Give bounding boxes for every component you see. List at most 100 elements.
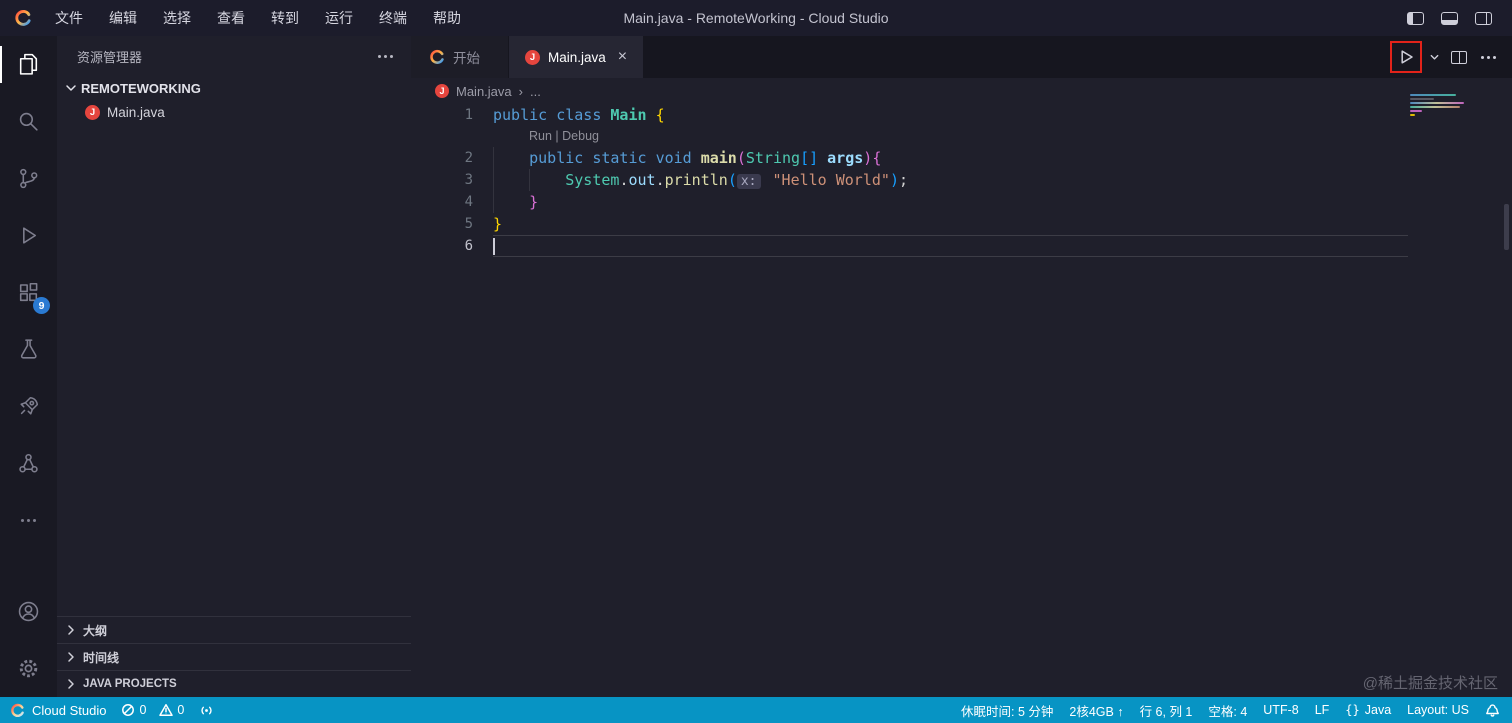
editor-scrollbar[interactable]: [1504, 204, 1509, 250]
braces-icon: {}: [1345, 703, 1360, 717]
status-layout[interactable]: Layout: US: [1407, 703, 1469, 717]
code-line[interactable]: 2 public static void main(String[] args)…: [411, 147, 1512, 169]
play-icon: [1396, 47, 1416, 67]
sidebar-item-testing[interactable]: [0, 321, 57, 378]
more-icon: [19, 511, 39, 531]
tab-bar: 开始 J Main.java ×: [411, 36, 1512, 78]
menu-bar: 文件 编辑 选择 查看 转到 运行 终端 帮助: [42, 0, 474, 36]
menu-go[interactable]: 转到: [258, 0, 312, 36]
explorer-more-icon[interactable]: [375, 46, 395, 66]
bell-icon: [1485, 703, 1500, 718]
tab-label: Main.java: [548, 49, 606, 65]
codelens-debug[interactable]: Debug: [562, 129, 599, 143]
editor-region: 开始 J Main.java × J Main.java › ... 1 pub…: [411, 36, 1512, 697]
menu-edit[interactable]: 编辑: [96, 0, 150, 36]
code-line-current[interactable]: 6: [411, 235, 1512, 257]
cloud-studio-logo: [14, 9, 32, 27]
codelens-row: Run | Debug: [411, 126, 1512, 147]
sidebar-item-explorer[interactable]: [0, 36, 57, 93]
text-cursor: [493, 238, 495, 255]
status-notifications[interactable]: [1485, 703, 1500, 718]
tree-root-remoteworking[interactable]: REMOTEWORKING: [57, 76, 411, 100]
code-editor[interactable]: 1 public class Main { Run | Debug 2 publi…: [411, 104, 1512, 257]
status-eol[interactable]: LF: [1315, 703, 1330, 717]
code-line[interactable]: 5}: [411, 213, 1512, 235]
section-java-projects[interactable]: JAVA PROJECTS: [57, 670, 411, 697]
breadcrumb-file[interactable]: Main.java: [456, 84, 512, 99]
layout-right-icon[interactable]: [1475, 11, 1492, 25]
section-timeline[interactable]: 时间线: [57, 643, 411, 670]
sidebar-item-source-control[interactable]: [0, 150, 57, 207]
search-icon: [16, 109, 41, 134]
error-icon: [121, 703, 135, 717]
status-cursor-position[interactable]: 行 6, 列 1: [1140, 701, 1193, 720]
section-outline-label: 大纲: [83, 623, 108, 638]
breadcrumb: J Main.java › ...: [411, 78, 1512, 104]
chevron-right-icon: [63, 676, 79, 692]
source-control-icon: [16, 166, 41, 191]
explorer-header: 资源管理器: [57, 36, 411, 76]
status-language[interactable]: {} Java: [1345, 703, 1391, 717]
menu-terminal[interactable]: 终端: [366, 0, 420, 36]
code-line[interactable]: 4 }: [411, 191, 1512, 213]
code-line[interactable]: 1 public class Main {: [411, 104, 1512, 126]
indent-guide: [529, 169, 530, 191]
testing-icon: [16, 337, 41, 362]
settings-button[interactable]: [0, 640, 57, 697]
window-title: Main.java - RemoteWorking - Cloud Studio: [623, 10, 889, 26]
status-ports[interactable]: [199, 703, 214, 718]
tab-main-java[interactable]: J Main.java ×: [509, 36, 644, 78]
window-layout-controls: [1407, 11, 1512, 25]
account-icon: [16, 599, 41, 624]
watermark: @稀土掘金技术社区: [1362, 675, 1498, 692]
codelens-run[interactable]: Run: [529, 129, 552, 143]
tree-root-label: REMOTEWORKING: [81, 80, 201, 96]
account-button[interactable]: [0, 583, 57, 640]
code-line[interactable]: 3 System.out.println(x: "Hello World");: [411, 169, 1512, 191]
indent-guide: [493, 147, 494, 213]
status-left: Cloud Studio 0 0: [0, 703, 214, 718]
layout-left-icon[interactable]: [1407, 11, 1424, 25]
minimap[interactable]: [1410, 94, 1468, 118]
title-bar: 文件 编辑 选择 查看 转到 运行 终端 帮助 Main.java - Remo…: [0, 0, 1512, 36]
breadcrumb-more[interactable]: ...: [530, 84, 541, 99]
section-outline[interactable]: 大纲: [57, 616, 411, 643]
sidebar-item-extensions[interactable]: 9: [0, 264, 57, 321]
tab-start[interactable]: 开始: [411, 36, 509, 78]
layout-bottom-icon[interactable]: [1441, 11, 1458, 25]
menu-help[interactable]: 帮助: [420, 0, 474, 36]
chevron-down-icon[interactable]: [1429, 52, 1440, 63]
cluster-icon: [16, 451, 41, 476]
menu-file[interactable]: 文件: [42, 0, 96, 36]
chevron-right-icon: [63, 622, 79, 638]
java-file-icon: J: [435, 84, 449, 98]
status-problems[interactable]: 0 0: [121, 703, 184, 717]
tab-label: 开始: [453, 51, 480, 66]
sidebar-item-deploy[interactable]: [0, 378, 57, 435]
status-indentation[interactable]: 空格: 4: [1208, 701, 1247, 720]
menu-selection[interactable]: 选择: [150, 0, 204, 36]
extensions-badge: 9: [33, 297, 50, 314]
tree-file-label: Main.java: [107, 104, 165, 120]
more-actions-icon[interactable]: [1478, 47, 1498, 67]
status-machine-spec[interactable]: 2核4GB ↑: [1069, 701, 1123, 720]
status-encoding[interactable]: UTF-8: [1263, 703, 1298, 717]
chevron-right-icon: [63, 649, 79, 665]
run-java-button[interactable]: [1390, 41, 1422, 73]
split-editor-icon[interactable]: [1451, 50, 1467, 64]
warning-icon: [159, 703, 174, 717]
activity-more[interactable]: [0, 492, 57, 549]
files-icon: [16, 52, 41, 77]
menu-run[interactable]: 运行: [312, 0, 366, 36]
warning-count: 0: [177, 703, 185, 717]
menu-view[interactable]: 查看: [204, 0, 258, 36]
sidebar-item-search[interactable]: [0, 93, 57, 150]
tree-file-main-java[interactable]: J Main.java: [57, 100, 411, 124]
close-icon[interactable]: ×: [618, 49, 627, 65]
status-brand[interactable]: Cloud Studio: [10, 703, 106, 718]
sidebar-item-resources[interactable]: [0, 435, 57, 492]
settings-gear-icon: [16, 656, 41, 681]
java-file-icon: J: [85, 104, 100, 120]
status-sleep-time[interactable]: 休眠时间: 5 分钟: [961, 701, 1053, 720]
sidebar-item-run-debug[interactable]: [0, 207, 57, 264]
